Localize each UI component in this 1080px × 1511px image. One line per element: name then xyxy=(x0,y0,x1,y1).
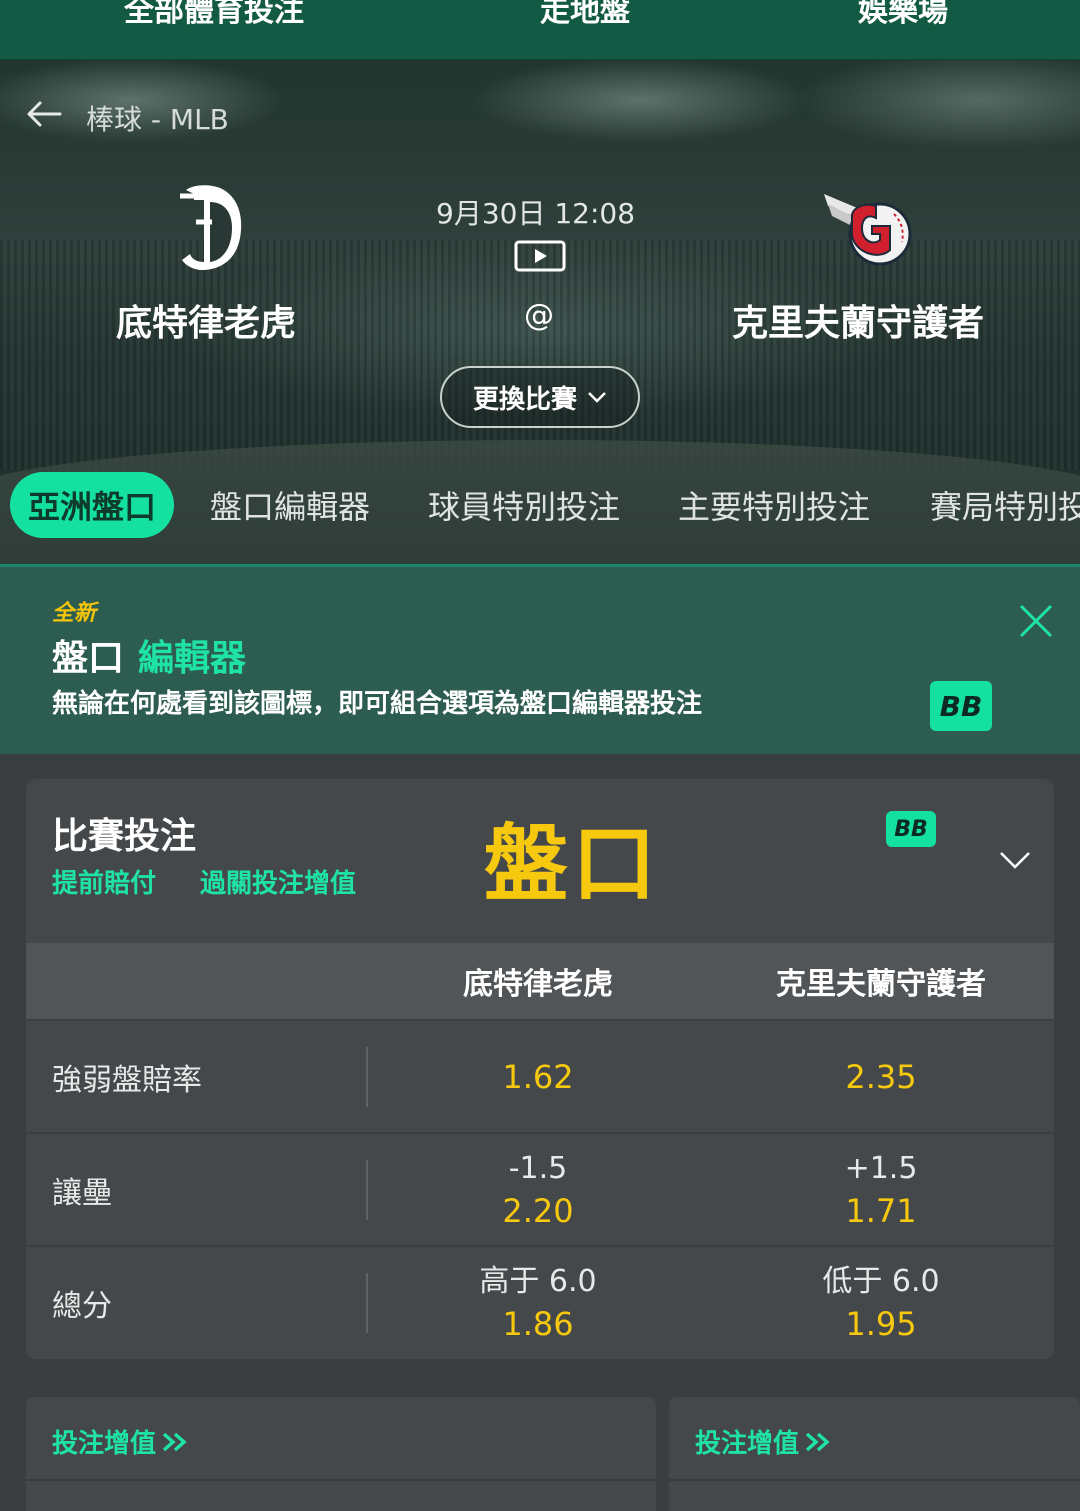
odds-value: 1.95 xyxy=(845,1304,917,1343)
odds-value: 1.62 xyxy=(502,1057,574,1096)
total-line: 高于 6.0 xyxy=(479,1263,597,1299)
column-away: 克里夫蘭守護者 xyxy=(776,967,986,1002)
close-icon[interactable] xyxy=(1016,601,1056,641)
versus-at: @ xyxy=(524,298,554,333)
odds-button-away[interactable]: 2.35 xyxy=(708,1021,1054,1132)
table-row: 讓壘 -1.5 2.20 +1.5 1.71 xyxy=(26,1132,1054,1245)
odds-button-home[interactable]: 1.62 xyxy=(368,1021,708,1132)
column-home: 底特律老虎 xyxy=(463,967,613,1002)
divider xyxy=(669,1479,1080,1481)
divider xyxy=(26,1479,656,1481)
odds-button-away[interactable]: +1.5 1.71 xyxy=(708,1134,1054,1245)
total-line: 低于 6.0 xyxy=(822,1263,940,1299)
tab-inning-specials[interactable]: 賽局特別投 xyxy=(930,472,1080,538)
guardians-logo-icon xyxy=(824,194,912,266)
nav-live[interactable]: 走地盤 xyxy=(540,0,630,30)
tab-asian-handicap[interactable]: 亞洲盤口 xyxy=(10,472,175,538)
back-arrow-icon[interactable] xyxy=(24,94,64,134)
tigers-logo-icon xyxy=(180,185,242,270)
odds-button-home[interactable]: -1.5 2.20 xyxy=(368,1134,708,1245)
nav-casino[interactable]: 娛樂場 xyxy=(858,0,948,30)
chevron-down-icon[interactable] xyxy=(998,849,1032,871)
stadium-background xyxy=(0,240,1080,470)
change-match-label: 更換比賽 xyxy=(472,384,577,415)
breadcrumb[interactable]: 棒球 - MLB xyxy=(86,98,229,138)
odds-button-home[interactable]: 高于 6.0 1.86 xyxy=(368,1247,708,1358)
row-label: 強弱盤賠率 xyxy=(52,1062,202,1098)
row-label: 讓壘 xyxy=(52,1175,112,1211)
match-header: 棒球 - MLB 底特律老虎 9月30日 12:08 @ 克里夫蘭守護者 更換比… xyxy=(0,60,1080,564)
promo-title-part2: 編輯器 xyxy=(138,638,247,679)
promo-description: 無論在何處看到該圖標，即可組合選項為盤口編輯器投注 xyxy=(52,689,703,719)
odds-value: 2.35 xyxy=(845,1057,917,1096)
tab-player-specials[interactable]: 球員特別投注 xyxy=(428,472,620,538)
table-row: 強弱盤賠率 1.62 2.35 xyxy=(26,1019,1054,1132)
double-chevron-right-icon xyxy=(162,1432,187,1451)
match-betting-card: 比賽投注 提前賠付 過關投注增值 盤口 BB 底特律老虎 克里夫蘭守護者 強弱盤… xyxy=(26,779,1054,1359)
nav-all-sports[interactable]: 全部體育投注 xyxy=(124,0,304,30)
market-overlay-label: 盤口 xyxy=(484,815,661,913)
odds-value: 1.86 xyxy=(502,1304,574,1343)
price-boost-card[interactable]: 投注增值 xyxy=(26,1397,656,1511)
double-chevron-right-icon xyxy=(805,1432,830,1451)
price-boost-text: 投注增值 xyxy=(52,1429,157,1459)
home-team-name: 底特律老虎 xyxy=(116,303,297,344)
tab-main-specials[interactable]: 主要特別投注 xyxy=(678,472,870,538)
away-team-name: 克里夫蘭守護者 xyxy=(732,303,985,344)
handicap-line: +1.5 xyxy=(844,1150,918,1186)
row-label: 總分 xyxy=(52,1288,112,1324)
tab-bet-builder[interactable]: 盤口編輯器 xyxy=(210,472,370,538)
match-time: 9月30日 12:08 xyxy=(436,197,636,230)
handicap-line: -1.5 xyxy=(508,1150,568,1186)
early-payout-link[interactable]: 提前賠付 xyxy=(52,863,156,900)
market-tabs: 亞洲盤口 盤口編輯器 球員特別投注 主要特別投注 賽局特別投 xyxy=(0,472,1080,542)
table-header: 底特律老虎 克里夫蘭守護者 xyxy=(26,943,1054,1019)
chevron-down-icon xyxy=(588,392,606,403)
bet-builder-badge-icon: BB xyxy=(930,681,992,731)
acca-boost-link[interactable]: 過關投注增值 xyxy=(200,863,356,900)
table-row: 總分 高于 6.0 1.86 低于 6.0 1.95 xyxy=(26,1245,1054,1358)
promo-new-label: 全新 xyxy=(52,601,97,626)
market-title[interactable]: 比賽投注 xyxy=(52,807,196,859)
price-boost-text: 投注增值 xyxy=(695,1429,800,1459)
price-boost-card[interactable]: 投注增值 xyxy=(669,1397,1080,1511)
odds-button-away[interactable]: 低于 6.0 1.95 xyxy=(708,1247,1054,1358)
odds-value: 1.71 xyxy=(845,1191,917,1230)
top-nav: 全部體育投注 走地盤 娛樂場 xyxy=(0,0,1080,60)
play-video-icon[interactable] xyxy=(514,240,566,272)
change-match-button[interactable]: 更換比賽 xyxy=(440,366,640,428)
price-boost-label: 投注增值 xyxy=(695,1423,831,1460)
bet-builder-promo: 全新 盤口 編輯器 無論在何處看到該圖標，即可組合選項為盤口編輯器投注 BB xyxy=(0,564,1080,754)
promo-title: 盤口 編輯器 xyxy=(52,629,246,681)
price-boost-label: 投注增值 xyxy=(52,1423,188,1460)
bet-builder-badge-icon: BB xyxy=(886,811,936,847)
odds-value: 2.20 xyxy=(502,1191,574,1230)
promo-title-part1: 盤口 xyxy=(52,638,125,679)
